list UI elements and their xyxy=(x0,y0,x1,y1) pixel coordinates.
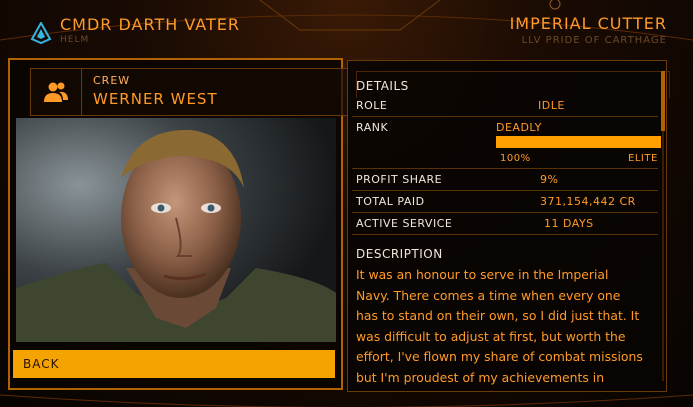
profit-share-value: 9% xyxy=(540,173,559,186)
ship-header: IMPERIAL CUTTER LLV PRIDE OF CARTHAGE xyxy=(510,14,667,46)
role-label: ROLE xyxy=(356,99,388,112)
active-service-label: ACTIVE SERVICE xyxy=(356,217,453,230)
ship-type: IMPERIAL CUTTER xyxy=(509,14,667,33)
faction-logo-icon xyxy=(30,22,52,44)
rank-progress-bar xyxy=(496,136,661,148)
commander-role: HELM xyxy=(60,35,90,45)
description-title: DESCRIPTION xyxy=(356,247,443,261)
rank-progress-fill xyxy=(496,136,661,148)
divider xyxy=(352,168,658,169)
active-service-value: 11 DAYS xyxy=(544,217,594,230)
crew-header: CREW WERNER WEST xyxy=(30,68,348,116)
scrollbar-thumb[interactable] xyxy=(661,71,665,131)
total-paid-value: 371,154,442 CR xyxy=(540,195,636,208)
crew-icon xyxy=(44,82,68,102)
crew-portrait xyxy=(16,118,336,342)
ship-name: LLV PRIDE OF CARTHAGE xyxy=(521,35,667,46)
rank-label: RANK xyxy=(356,121,389,134)
crew-label: CREW xyxy=(93,74,131,87)
description-line: has to stand on their own, so I did just… xyxy=(356,308,640,324)
divider xyxy=(352,190,658,191)
role-value: IDLE xyxy=(538,99,565,112)
rank-next: ELITE xyxy=(628,153,658,164)
commander-name: CMDR DARTH VATER xyxy=(60,15,240,34)
crew-icon-box xyxy=(31,69,82,115)
details-panel: DETAILS ROLE IDLE RANK DEADLY 100% ELITE… xyxy=(347,60,670,392)
rank-progress-text: 100% xyxy=(500,153,531,164)
description-line: Navy. There comes a time when every one xyxy=(356,287,621,303)
divider xyxy=(352,234,658,235)
portrait-image xyxy=(16,118,336,342)
description-line: effort, I've flown my share of combat mi… xyxy=(356,349,643,365)
rank-value: DEADLY xyxy=(496,121,542,134)
description-text: It was an honour to serve in the Imperia… xyxy=(356,265,668,389)
details-title: DETAILS xyxy=(356,79,409,93)
description-line: was difficult to adjust at first, but wo… xyxy=(356,328,626,344)
total-paid-label: TOTAL PAID xyxy=(356,195,425,208)
crew-name: WERNER WEST xyxy=(93,90,218,108)
description-line: but I'm proudest of my achievements in xyxy=(356,369,605,385)
divider xyxy=(352,116,658,117)
back-button[interactable]: BACK xyxy=(13,350,335,378)
description-line: It was an honour to serve in the Imperia… xyxy=(356,267,609,282)
divider xyxy=(352,212,658,213)
profit-share-label: PROFIT SHARE xyxy=(356,173,443,186)
crew-panel: CREW WERNER WEST BACK xyxy=(8,58,348,390)
